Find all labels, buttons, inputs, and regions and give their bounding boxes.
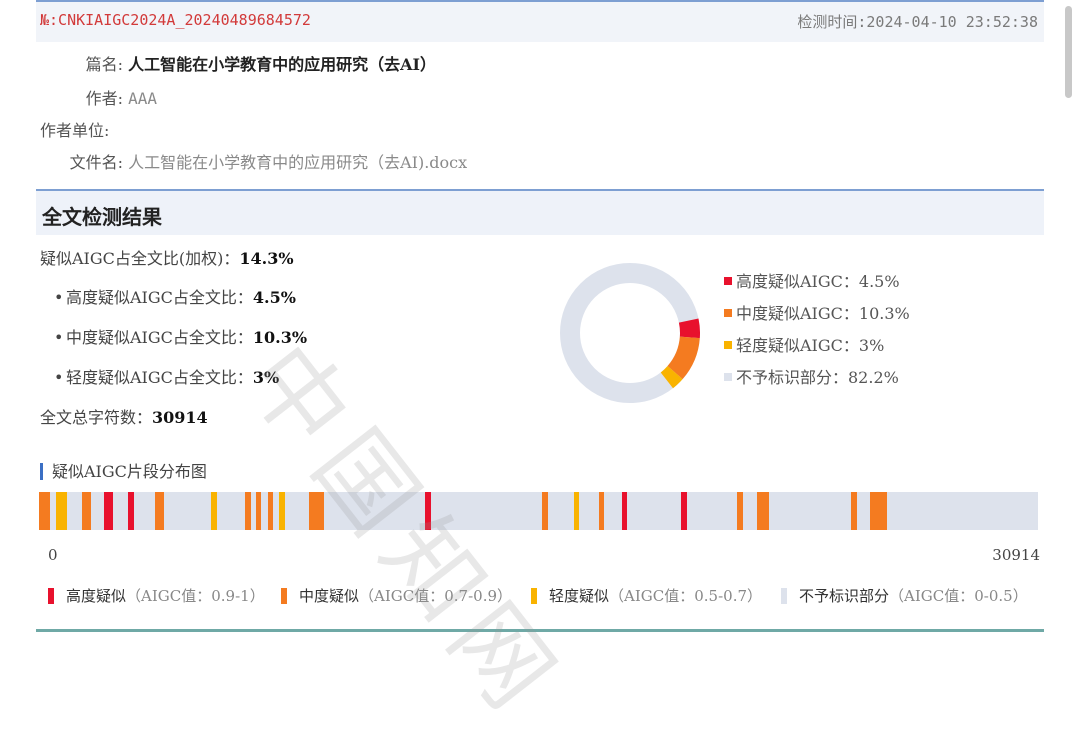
section-title: 全文检测结果 xyxy=(42,205,162,229)
aigc-segment-mid xyxy=(757,492,770,530)
aigc-segment-low xyxy=(210,492,217,530)
report-header: №:CNKIAIGC2024A_20240489684572 检测时间:2024… xyxy=(36,0,1044,42)
bottom-legend-low: 轻度疑似（AIGC值：0.5-0.7） xyxy=(531,585,762,606)
detection-time: 检测时间:2024-04-10 23:52:38 xyxy=(797,13,1038,31)
bottom-legend-low-range: （AIGC值：0.5-0.7） xyxy=(609,587,763,605)
high-ratio: • 高度疑似AIGC占全文比：4.5% xyxy=(54,284,296,308)
axis-start-label: 0 xyxy=(48,546,58,564)
filename-row: 文件名: 人工智能在小学教育中的应用研究（去AI).docx xyxy=(40,149,468,173)
bottom-legend-mid-swatch xyxy=(281,588,287,604)
aigc-segment-mid xyxy=(267,492,273,530)
donut-slice-low xyxy=(660,365,683,389)
bullet-icon: • xyxy=(54,328,64,347)
legend-high-label: 高度疑似AIGC：4.5% xyxy=(736,272,900,291)
low-ratio-label: 轻度疑似AIGC占全文比： xyxy=(66,368,253,387)
unit-row: 作者单位: xyxy=(40,117,109,141)
axis-end-label: 30914 xyxy=(992,546,1040,564)
result-section-header: 全文检测结果 xyxy=(36,189,1044,235)
legend-unmarked-swatch xyxy=(724,373,732,381)
title-row: 篇名: 人工智能在小学教育中的应用研究（去AI） xyxy=(40,51,436,75)
distribution-title: 疑似AIGC片段分布图 xyxy=(40,458,207,482)
aigc-segment-mid xyxy=(870,492,888,530)
weighted-ratio-value: 14.3% xyxy=(239,249,294,268)
bottom-legend-high-range: （AIGC值：0.9-1） xyxy=(126,587,265,605)
legend-mid: 中度疑似AIGC：10.3% xyxy=(724,300,910,324)
legend-low-swatch xyxy=(724,341,732,349)
legend-high: 高度疑似AIGC：4.5% xyxy=(724,268,900,292)
legend-mid-swatch xyxy=(724,309,732,317)
legend-mid-label: 中度疑似AIGC：10.3% xyxy=(736,304,910,323)
author-row: 作者: AAA xyxy=(40,85,157,109)
author-label: 作者: xyxy=(85,89,123,108)
bottom-legend-unmarked-range: （AIGC值：0-0.5） xyxy=(889,587,1028,605)
title-value: 人工智能在小学教育中的应用研究（去AI） xyxy=(128,55,436,74)
aigc-segment-high xyxy=(622,492,628,530)
mid-ratio-label: 中度疑似AIGC占全文比： xyxy=(66,328,253,347)
distribution-bar xyxy=(39,492,1038,530)
aigc-segment-mid xyxy=(737,492,744,530)
legend-unmarked: 不予标识部分：82.2% xyxy=(724,364,899,388)
bottom-legend-high: 高度疑似（AIGC值：0.9-1） xyxy=(48,585,265,606)
distribution-title-text: 疑似AIGC片段分布图 xyxy=(52,462,207,481)
aigc-segment-mid xyxy=(244,492,251,530)
aigc-segment-high xyxy=(127,492,134,530)
legend-high-swatch xyxy=(724,277,732,285)
bottom-legend-unmarked-swatch xyxy=(781,588,787,604)
legend-low: 轻度疑似AIGC：3% xyxy=(724,332,884,356)
weighted-ratio: 疑似AIGC占全文比(加权)：14.3% xyxy=(40,245,294,269)
bottom-legend-high-swatch xyxy=(48,588,54,604)
title-accent-icon xyxy=(40,463,43,480)
legend-low-label: 轻度疑似AIGC：3% xyxy=(736,336,885,355)
filename-label: 文件名: xyxy=(69,153,123,172)
total-chars-label: 全文总字符数： xyxy=(40,408,153,427)
author-value: AAA xyxy=(128,89,157,108)
bullet-icon: • xyxy=(54,368,64,387)
legend-unmarked-label: 不予标识部分：82.2% xyxy=(736,368,899,387)
total-chars: 全文总字符数：30914 xyxy=(40,404,208,428)
aigc-segment-mid xyxy=(599,492,605,530)
aigc-segment-mid xyxy=(542,492,549,530)
aigc-segment-mid xyxy=(81,492,91,530)
aigc-segment-mid xyxy=(851,492,858,530)
aigc-segment-mid xyxy=(255,492,261,530)
aigc-segment-high xyxy=(681,492,688,530)
filename-value: 人工智能在小学教育中的应用研究（去AI).docx xyxy=(128,153,468,172)
total-chars-value: 30914 xyxy=(152,408,208,427)
bullet-icon: • xyxy=(54,288,64,307)
donut-slice-high xyxy=(678,318,700,339)
bottom-legend-high-name: 高度疑似 xyxy=(66,587,127,605)
aigc-segment-low xyxy=(278,492,285,530)
bottom-legend-mid-name: 中度疑似 xyxy=(299,587,360,605)
bottom-legend-unmarked: 不予标识部分（AIGC值：0-0.5） xyxy=(781,585,1028,606)
mid-ratio: • 中度疑似AIGC占全文比：10.3% xyxy=(54,324,307,348)
aigc-segment-high xyxy=(103,492,113,530)
aigc-segment-mid xyxy=(154,492,164,530)
report-number: №:CNKIAIGC2024A_20240489684572 xyxy=(40,11,311,29)
title-label: 篇名: xyxy=(85,55,123,74)
aigc-donut-chart xyxy=(560,263,700,403)
unit-label: 作者单位: xyxy=(40,121,110,140)
bottom-legend-unmarked-name: 不予标识部分 xyxy=(799,587,890,605)
aigc-segment-low xyxy=(55,492,67,530)
weighted-ratio-label: 疑似AIGC占全文比(加权)： xyxy=(40,249,240,268)
aigc-segment-mid xyxy=(39,492,50,530)
high-ratio-value: 4.5% xyxy=(252,288,296,307)
donut-slice-mid xyxy=(667,336,700,380)
scrollbar-thumb[interactable] xyxy=(1065,6,1072,98)
high-ratio-label: 高度疑似AIGC占全文比： xyxy=(66,288,253,307)
aigc-segment-low xyxy=(574,492,580,530)
